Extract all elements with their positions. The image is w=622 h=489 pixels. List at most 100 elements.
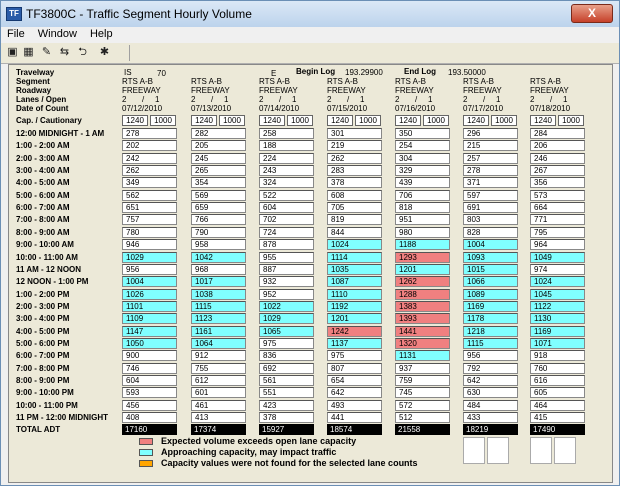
roadway-value: FREEWAY [395,86,434,95]
menu-help[interactable]: Help [84,27,117,40]
open-lanes-value: 1 [563,95,568,104]
date-value: 07/18/2010 [530,104,571,113]
tools-icon[interactable]: ✎ [39,45,54,60]
legend-text: Capacity values were not found for the s… [161,458,418,468]
date-value: 07/16/2010 [395,104,436,113]
volume-cell: 1015 [463,263,518,275]
volume-cell: 378 [327,177,382,189]
report-icon[interactable]: ▦ [21,45,36,60]
volume-cell: 573 [530,189,585,201]
total-adt-value: 17160 [122,424,177,435]
volume-cell: 912 [191,350,246,362]
volume-cell: 818 [395,202,450,214]
volume-cell: 282 [191,128,246,139]
volume-cell: 1169 [463,300,518,312]
hour-label: 8:00 - 9:00 PM [16,376,70,385]
volume-cell: 304 [395,152,450,164]
roadway-value: FREEWAY [327,86,366,95]
end-log-value: 193.50000 [448,68,486,77]
volume-cell: 245 [191,152,246,164]
volume-cell: 562 [122,189,177,201]
lanes-value: 2 [463,95,468,104]
volume-cell: 757 [122,214,177,226]
cautionary-field[interactable]: 1000 [219,115,245,126]
total-adt-value: 21558 [395,424,450,435]
volume-cell: 956 [463,350,518,362]
volume-cell: 1131 [395,350,450,362]
volume-cell: 378 [259,412,314,424]
date-label: Date of Count [16,104,69,113]
getlog-icon[interactable]: ⇆ [57,45,72,60]
toolbar-separator [129,45,130,61]
volume-cell: 918 [530,350,585,362]
volume-cell: 654 [327,375,382,386]
volume-cell: 597 [463,189,518,201]
hour-label: 6:00 - 7:00 AM [16,203,70,213]
cautionary-field[interactable]: 1000 [355,115,381,126]
settings-icon[interactable]: ✱ [97,45,112,60]
volume-cell: 561 [259,375,314,386]
volume-cell: 642 [327,387,382,399]
volume-cell: 1114 [327,251,382,263]
cautionary-field[interactable]: 1000 [150,115,176,126]
return-icon[interactable]: ⮌ [75,45,90,60]
total-adt-value: 17374 [191,424,246,435]
volume-cell: 262 [122,165,177,177]
volume-cell: 242 [122,152,177,164]
volume-cell: 1045 [530,288,585,300]
hour-label: 8:00 - 9:00 AM [16,227,70,237]
cautionary-field[interactable]: 1000 [423,115,449,126]
lanes-value: 2 [191,95,196,104]
volume-cell: 1050 [122,337,177,349]
volume-cell: 951 [395,214,450,226]
volume-cell: 692 [259,362,314,374]
volume-cell: 803 [463,214,518,226]
volume-cell: 1383 [395,300,450,312]
legend-swatch [139,460,153,467]
app-icon: TF [6,7,22,21]
menu-file[interactable]: File [1,27,29,40]
capacity-field[interactable]: 1240 [122,115,148,126]
close-button[interactable]: X [571,4,613,23]
volume-cell: 1004 [122,276,177,288]
volume-cell: 202 [122,140,177,152]
hour-label: 7:00 - 8:00 AM [16,215,70,225]
volume-cell: 206 [530,140,585,152]
volume-cell: 1064 [191,337,246,349]
hour-label: 4:00 - 5:00 AM [16,178,70,188]
volume-cell: 1089 [463,288,518,300]
capacity-field[interactable]: 1240 [259,115,285,126]
capacity-field[interactable]: 1240 [191,115,217,126]
date-value: 07/17/2010 [463,104,504,113]
volume-cell: 283 [327,165,382,177]
capacity-field[interactable]: 1240 [463,115,489,126]
volume-cell: 461 [191,399,246,411]
volume-cell: 1192 [327,300,382,312]
volume-cell: 771 [530,214,585,226]
volume-cell: 441 [327,412,382,424]
volume-cell: 219 [327,140,382,152]
hour-label: 4:00 - 5:00 PM [16,326,70,336]
volume-cell: 664 [530,202,585,214]
volume-cell: 257 [463,152,518,164]
volume-cell: 1017 [191,276,246,288]
summary-box [463,437,485,464]
hour-label: 2:00 - 3:00 PM [16,301,70,311]
print-icon[interactable]: ▣ [5,45,20,60]
capacity-field[interactable]: 1240 [327,115,353,126]
capacity-field[interactable]: 1240 [395,115,421,126]
lanes-separator: / [550,95,553,104]
menu-window[interactable]: Window [32,27,81,40]
capacity-field[interactable]: 1240 [530,115,556,126]
lanes-value: 2 [259,95,264,104]
volume-cell: 956 [122,263,177,275]
cautionary-field[interactable]: 1000 [287,115,313,126]
hour-label: 1:00 - 2:00 AM [16,141,70,151]
cautionary-field[interactable]: 1000 [558,115,584,126]
hour-label: 11 PM - 12:00 MIDNIGHT [16,413,109,423]
total-adt-label: TOTAL ADT [16,425,61,434]
lanes-separator: / [347,95,350,104]
lanes-separator: / [279,95,282,104]
volume-cell: 1026 [122,288,177,300]
cautionary-field[interactable]: 1000 [491,115,517,126]
